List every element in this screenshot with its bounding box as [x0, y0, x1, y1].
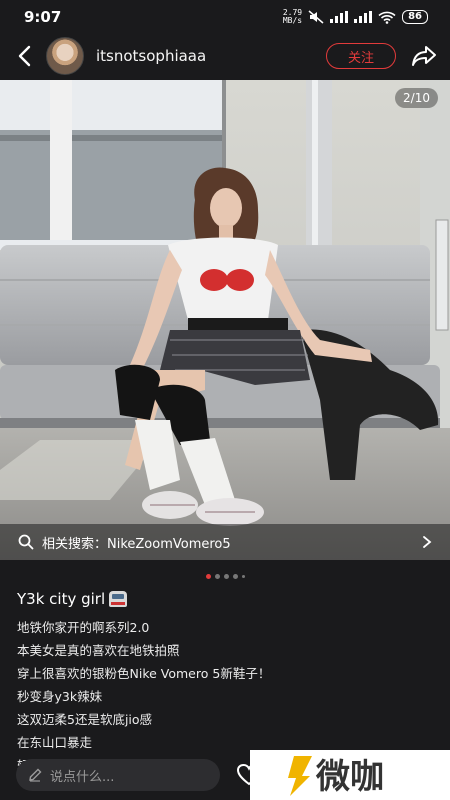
network-speed-unit: MB/s	[282, 16, 303, 25]
signal-icon-2	[354, 11, 373, 23]
related-search-bar[interactable]: 相关搜索：NikeZoomVomero5	[0, 524, 450, 560]
comment-input[interactable]: 说点什么...	[16, 759, 220, 791]
battery-indicator: 86	[402, 10, 428, 24]
share-button[interactable]	[410, 42, 438, 70]
username[interactable]: itsnotsophiaaa	[96, 47, 326, 65]
post-title: Y3k city girl	[17, 590, 128, 608]
image-page-counter: 2/10	[395, 88, 438, 108]
network-speed: 2.79 MB/s	[283, 9, 302, 25]
carousel-dot	[214, 574, 220, 579]
related-search-label: 相关搜索：NikeZoomVomero5	[42, 536, 231, 552]
chevron-right-icon	[423, 536, 432, 548]
post-photo[interactable]	[0, 80, 450, 560]
status-bar: 9:07 2.79 MB/s 86	[0, 0, 450, 34]
carousel-dot	[223, 574, 229, 579]
wifi-icon	[378, 11, 396, 24]
post-body-line: 秒变身y3k辣妹	[17, 689, 103, 704]
pencil-icon	[29, 768, 42, 782]
search-icon	[18, 534, 34, 550]
train-icon	[109, 591, 128, 607]
watermark-logo: 微咖	[250, 750, 450, 800]
comment-placeholder: 说点什么...	[50, 769, 115, 785]
status-icons: 2.79 MB/s 86	[283, 9, 428, 25]
watermark-logo-graphic: 微咖	[288, 756, 384, 797]
signal-icon	[330, 11, 349, 23]
post-header: itsnotsophiaaa 关注	[0, 34, 450, 78]
avatar[interactable]	[46, 37, 84, 75]
post-body-line: 这双迈柔5还是软底jio感	[17, 712, 153, 727]
chevron-left-icon	[18, 45, 31, 67]
subway-photo-illustration	[0, 80, 450, 560]
post-title-text: Y3k city girl	[17, 590, 106, 608]
carousel-dot	[205, 574, 211, 579]
carousel-dot	[232, 574, 238, 579]
follow-button[interactable]: 关注	[326, 43, 396, 69]
post-body-line: 穿上很喜欢的银粉色Nike Vomero 5新鞋子！	[17, 666, 271, 681]
carousel-indicator	[0, 574, 450, 579]
status-time: 9:07	[24, 8, 62, 26]
post-body-line: 地铁你家开的啊系列2.0	[17, 620, 150, 635]
svg-text:微咖: 微咖	[315, 757, 384, 797]
back-button[interactable]	[12, 44, 36, 68]
carousel-dot	[241, 575, 245, 578]
mute-icon	[308, 10, 324, 24]
post-body-line: 本美女是真的喜欢在地铁拍照	[17, 643, 180, 658]
share-icon	[412, 46, 436, 66]
